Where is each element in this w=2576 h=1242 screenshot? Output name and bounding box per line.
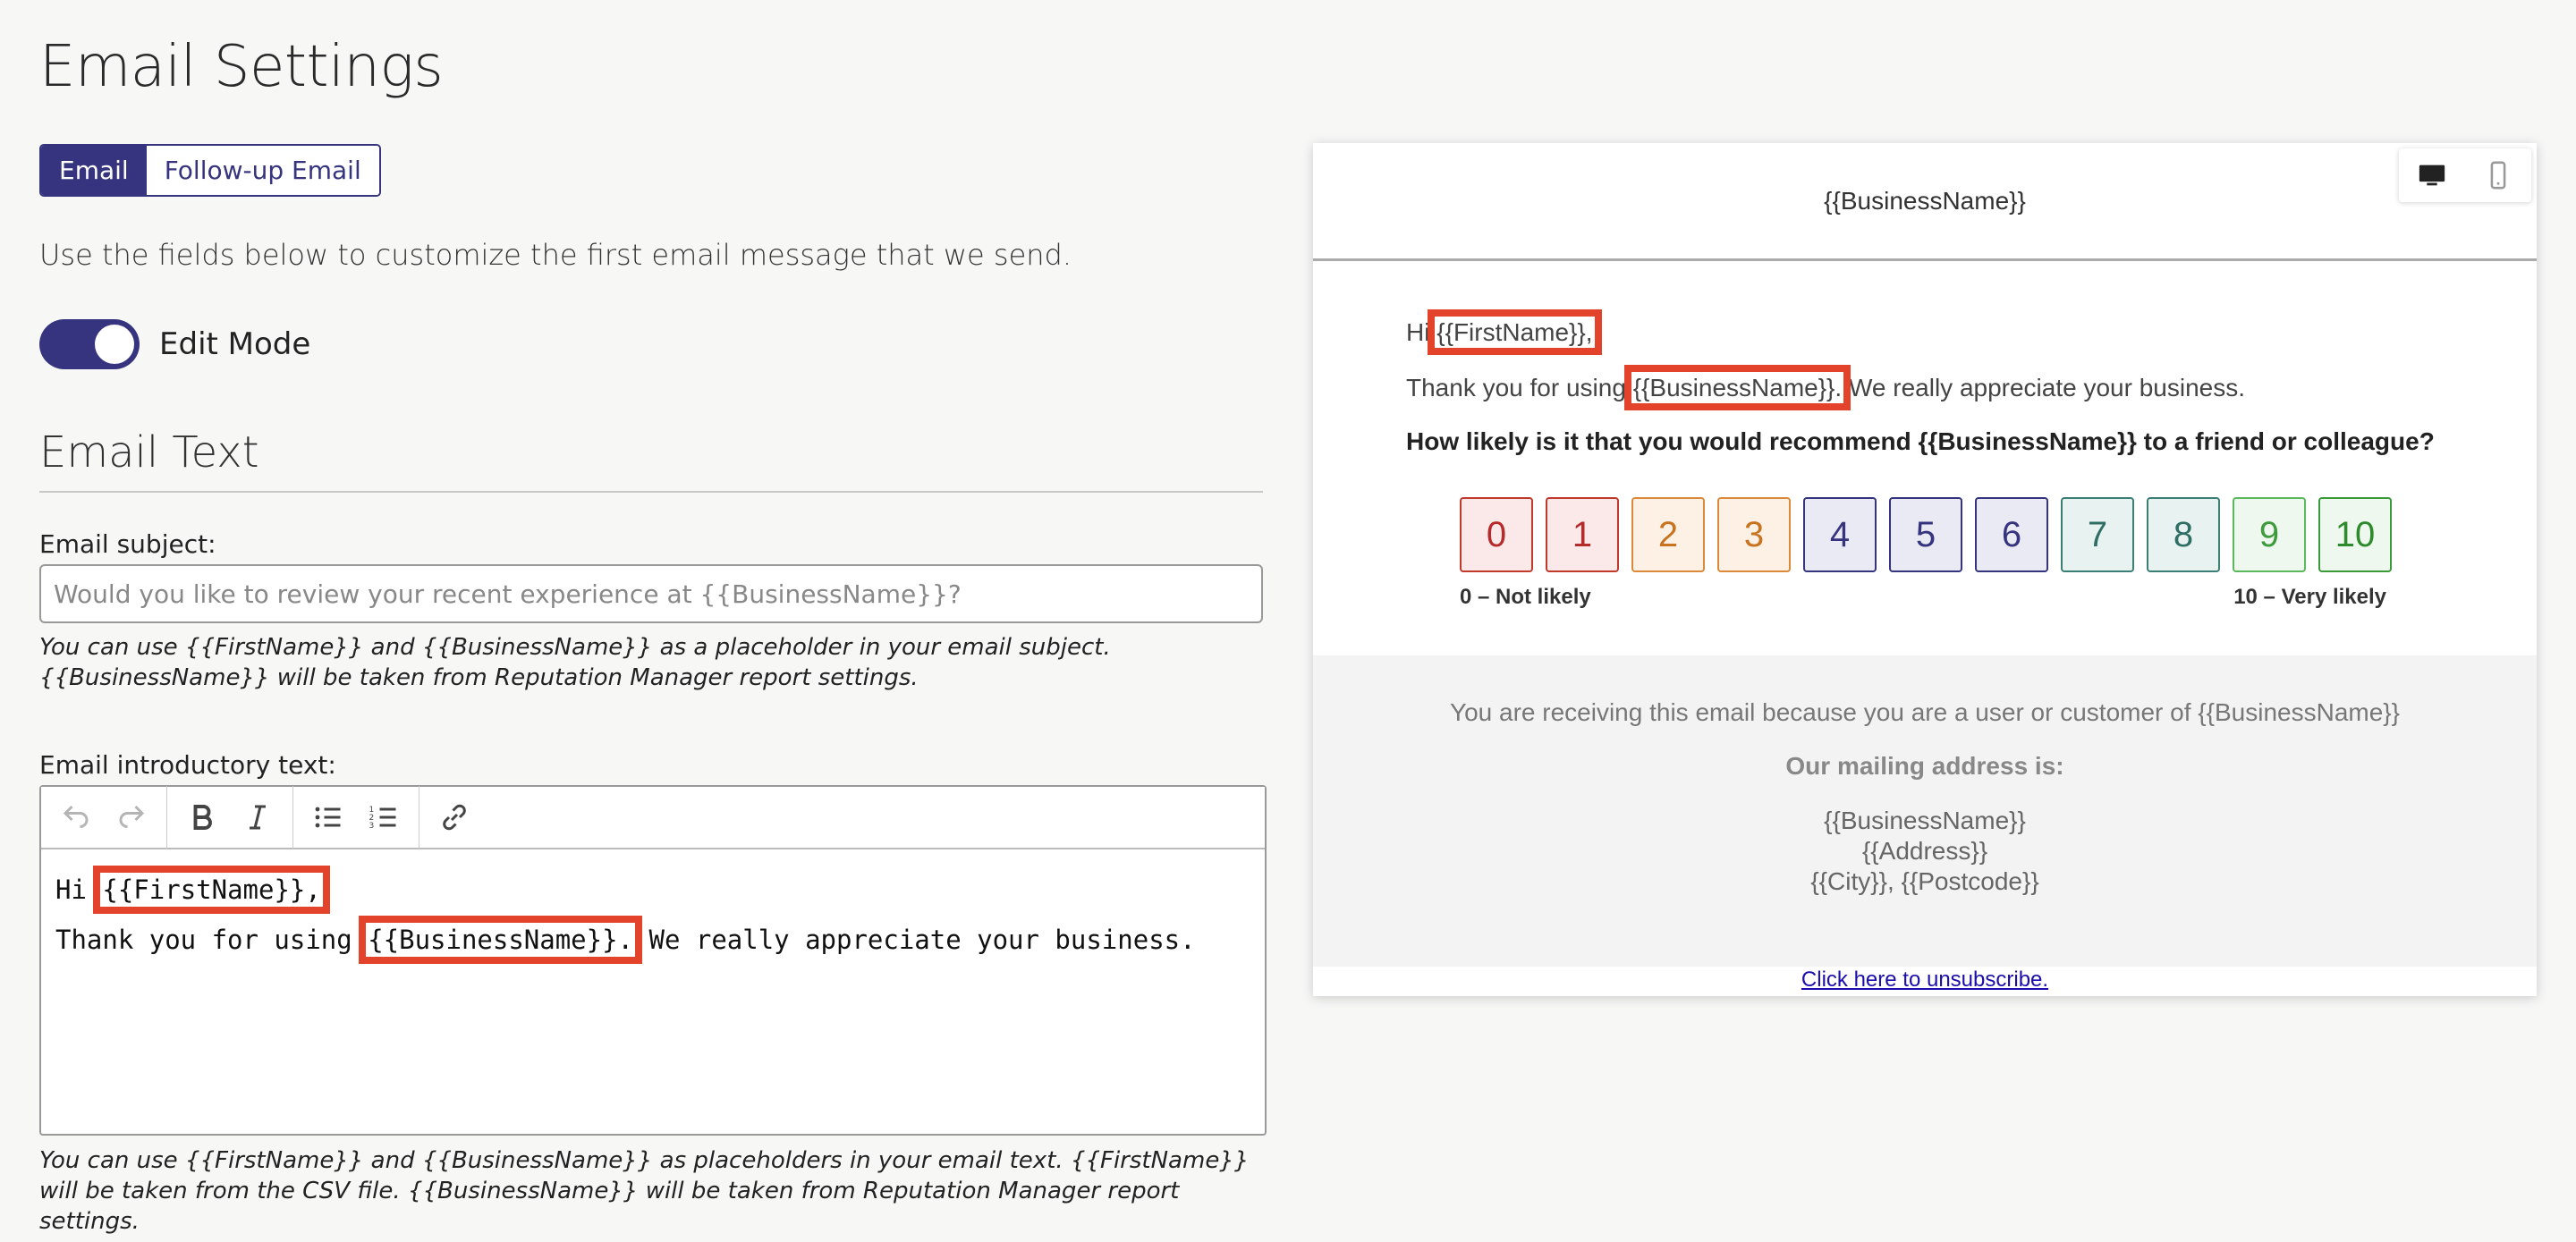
email-tabs: Email Follow-up Email bbox=[39, 144, 381, 197]
footer-receiving-text: You are receiving this email because you… bbox=[1449, 698, 2400, 726]
edit-mode-toggle[interactable] bbox=[39, 319, 140, 369]
redo-icon[interactable] bbox=[104, 786, 159, 849]
score-button-2[interactable]: 2 bbox=[1631, 497, 1705, 572]
preview-greeting-text: Hi bbox=[1406, 318, 1430, 346]
score-button-7[interactable]: 7 bbox=[2061, 497, 2134, 572]
footer-mailing-label: Our mailing address is: bbox=[1785, 752, 2064, 780]
history-group bbox=[41, 786, 167, 849]
bullet-list-icon[interactable] bbox=[301, 786, 356, 849]
toggle-knob bbox=[95, 325, 134, 364]
preview-thanks-text: Thank you for using bbox=[1406, 374, 1626, 401]
email-intro-help: You can use {{FirstName}} and {{Business… bbox=[39, 1147, 1250, 1235]
link-group bbox=[419, 786, 489, 849]
email-subject-label: Email subject: bbox=[39, 529, 216, 559]
svg-text:3: 3 bbox=[369, 822, 375, 831]
preview-greeting: Hi {{FirstName}}, bbox=[1406, 309, 1602, 355]
preview-businessname-highlight: {{BusinessName}}. bbox=[1623, 365, 1852, 410]
mobile-icon[interactable] bbox=[2465, 148, 2531, 202]
address-line: {{Address}} bbox=[1861, 837, 1988, 865]
editor-thanks-text: Thank you for using bbox=[55, 925, 352, 955]
email-subject-input[interactable] bbox=[39, 564, 1263, 623]
address-line: {{BusinessName}} bbox=[1824, 807, 2026, 834]
edit-mode-row: Edit Mode bbox=[39, 319, 310, 369]
score-button-3[interactable]: 3 bbox=[1717, 497, 1791, 572]
footer-address: {{BusinessName}} {{Address}} {{City}}, {… bbox=[1313, 806, 2537, 897]
format-group bbox=[167, 786, 293, 849]
bold-icon[interactable] bbox=[174, 786, 230, 849]
edit-mode-label: Edit Mode bbox=[159, 326, 311, 362]
editor-line-thanks: Thank you for using {{BusinessName}}. We… bbox=[55, 916, 1250, 964]
scale-min-label: 0 – Not likely bbox=[1460, 585, 1591, 609]
preview-nps-question: How likely is it that you would recommen… bbox=[1406, 427, 2435, 455]
preview-header: {{BusinessName}} bbox=[1313, 143, 2537, 261]
editor-line-greeting: Hi {{FirstName}}, bbox=[55, 866, 1250, 914]
score-button-4[interactable]: 4 bbox=[1803, 497, 1877, 572]
page-title: Email Settings bbox=[39, 34, 444, 100]
italic-icon[interactable] bbox=[230, 786, 285, 849]
nps-score-scale: 0 1 2 3 4 5 6 7 8 9 10 bbox=[1460, 497, 2392, 572]
firstname-placeholder-highlight: {{FirstName}}, bbox=[93, 866, 330, 914]
link-icon[interactable] bbox=[427, 786, 482, 849]
list-group: 123 bbox=[293, 786, 419, 849]
score-button-5[interactable]: 5 bbox=[1889, 497, 1962, 572]
section-title: Email Text bbox=[39, 427, 259, 477]
score-button-6[interactable]: 6 bbox=[1975, 497, 2048, 572]
businessname-placeholder-highlight: {{BusinessName}}. bbox=[359, 916, 643, 964]
score-button-1[interactable]: 1 bbox=[1546, 497, 1619, 572]
score-button-9[interactable]: 9 bbox=[2233, 497, 2306, 572]
score-button-8[interactable]: 8 bbox=[2147, 497, 2220, 572]
email-intro-editor: 123 Hi {{FirstName}}, Thank you for usin… bbox=[39, 785, 1267, 1136]
preview-thanks: Thank you for using {{BusinessName}}. We… bbox=[1406, 365, 2246, 410]
tab-email[interactable]: Email bbox=[41, 146, 147, 195]
section-divider bbox=[39, 491, 1263, 493]
scale-max-label: 10 – Very likely bbox=[2233, 585, 2386, 609]
desktop-icon[interactable] bbox=[2399, 148, 2465, 202]
address-line: {{City}}, {{Postcode}} bbox=[1810, 867, 2039, 895]
score-button-0[interactable]: 0 bbox=[1460, 497, 1533, 572]
email-intro-label: Email introductory text: bbox=[39, 750, 336, 780]
numbered-list-icon[interactable]: 123 bbox=[356, 786, 411, 849]
device-switcher bbox=[2399, 148, 2531, 202]
preview-firstname-highlight: {{FirstName}}, bbox=[1428, 309, 1602, 355]
email-subject-help: You can use {{FirstName}} and {{Business… bbox=[39, 634, 1111, 691]
editor-content[interactable]: Hi {{FirstName}}, Thank you for using {{… bbox=[41, 849, 1265, 1000]
undo-icon[interactable] bbox=[48, 786, 104, 849]
editor-greeting-text: Hi bbox=[55, 874, 87, 905]
score-button-10[interactable]: 10 bbox=[2318, 497, 2392, 572]
tab-follow-up-email[interactable]: Follow-up Email bbox=[146, 146, 379, 195]
unsubscribe-link[interactable]: Click here to unsubscribe. bbox=[1801, 967, 2048, 992]
preview-appreciation-text: We really appreciate your business. bbox=[1848, 374, 2246, 401]
unsubscribe-row: Click here to unsubscribe. bbox=[1313, 967, 2537, 993]
intro-text: Use the fields below to customize the fi… bbox=[39, 238, 1072, 272]
editor-appreciation-text: We really appreciate your business. bbox=[648, 925, 1196, 955]
preview-footer: You are receiving this email because you… bbox=[1313, 655, 2537, 967]
email-preview: {{BusinessName}} Hi {{FirstName}}, Thank… bbox=[1313, 143, 2537, 996]
editor-toolbar: 123 bbox=[41, 786, 1265, 849]
